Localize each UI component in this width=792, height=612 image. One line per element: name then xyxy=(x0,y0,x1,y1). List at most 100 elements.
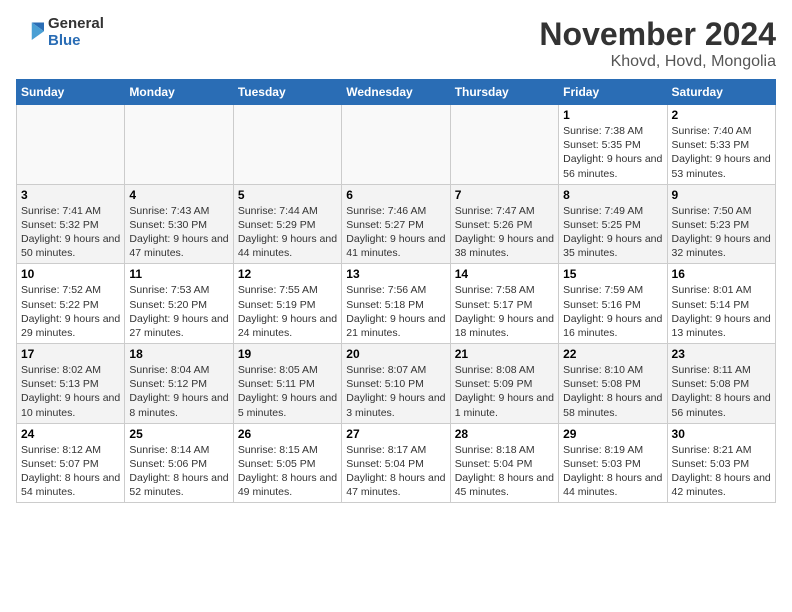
day-info: Sunrise: 7:41 AM Sunset: 5:32 PM Dayligh… xyxy=(21,204,120,261)
day-info: Sunrise: 8:18 AM Sunset: 5:04 PM Dayligh… xyxy=(455,443,554,500)
calendar-cell: 26 Sunrise: 8:15 AM Sunset: 5:05 PM Dayli… xyxy=(233,423,341,503)
logo-icon xyxy=(16,19,44,47)
calendar-cell: 9 Sunrise: 7:50 AM Sunset: 5:23 PM Daylig… xyxy=(667,184,775,264)
calendar-cell: 27 Sunrise: 8:17 AM Sunset: 5:04 PM Dayli… xyxy=(342,423,450,503)
calendar-cell: 12 Sunrise: 7:55 AM Sunset: 5:19 PM Dayli… xyxy=(233,264,341,344)
day-number: 5 xyxy=(238,188,337,202)
day-number: 19 xyxy=(238,347,337,361)
day-number: 14 xyxy=(455,267,554,281)
weekday-header-sunday: Sunday xyxy=(17,80,125,105)
day-number: 27 xyxy=(346,427,445,441)
day-info: Sunrise: 7:44 AM Sunset: 5:29 PM Dayligh… xyxy=(238,204,337,261)
logo-text: General Blue xyxy=(48,16,104,49)
day-info: Sunrise: 8:21 AM Sunset: 5:03 PM Dayligh… xyxy=(672,443,771,500)
week-row-5: 24 Sunrise: 8:12 AM Sunset: 5:07 PM Dayli… xyxy=(17,423,776,503)
day-info: Sunrise: 8:04 AM Sunset: 5:12 PM Dayligh… xyxy=(129,363,228,420)
calendar-cell: 29Sunrise: 8:19 AM Sunset: 5:03 PM Dayli… xyxy=(559,423,667,503)
calendar-title: November 2024 xyxy=(539,16,776,53)
calendar-cell: 8 Sunrise: 7:49 AM Sunset: 5:25 PM Daylig… xyxy=(559,184,667,264)
page-header: General Blue November 2024 Khovd, Hovd, … xyxy=(16,16,776,71)
day-info: Sunrise: 8:02 AM Sunset: 5:13 PM Dayligh… xyxy=(21,363,120,420)
day-info: Sunrise: 8:19 AM Sunset: 5:03 PM Dayligh… xyxy=(563,443,662,500)
calendar-cell xyxy=(450,105,558,185)
calendar-cell: 6Sunrise: 7:46 AM Sunset: 5:27 PM Daylig… xyxy=(342,184,450,264)
day-number: 17 xyxy=(21,347,120,361)
day-number: 2 xyxy=(672,108,771,122)
calendar-cell: 15Sunrise: 7:59 AM Sunset: 5:16 PM Dayli… xyxy=(559,264,667,344)
calendar-cell xyxy=(342,105,450,185)
day-info: Sunrise: 7:49 AM Sunset: 5:25 PM Dayligh… xyxy=(563,204,662,261)
calendar-cell: 13 Sunrise: 7:56 AM Sunset: 5:18 PM Dayli… xyxy=(342,264,450,344)
calendar-cell: 22 Sunrise: 8:10 AM Sunset: 5:08 PM Dayli… xyxy=(559,344,667,424)
day-info: Sunrise: 8:10 AM Sunset: 5:08 PM Dayligh… xyxy=(563,363,662,420)
day-number: 21 xyxy=(455,347,554,361)
calendar-cell: 5 Sunrise: 7:44 AM Sunset: 5:29 PM Daylig… xyxy=(233,184,341,264)
day-number: 15 xyxy=(563,267,662,281)
day-number: 7 xyxy=(455,188,554,202)
day-info: Sunrise: 7:52 AM Sunset: 5:22 PM Dayligh… xyxy=(21,283,120,340)
day-info: Sunrise: 8:05 AM Sunset: 5:11 PM Dayligh… xyxy=(238,363,337,420)
day-info: Sunrise: 7:50 AM Sunset: 5:23 PM Dayligh… xyxy=(672,204,771,261)
day-info: Sunrise: 8:15 AM Sunset: 5:05 PM Dayligh… xyxy=(238,443,337,500)
week-row-1: 1 Sunrise: 7:38 AM Sunset: 5:35 PM Daylig… xyxy=(17,105,776,185)
weekday-header-tuesday: Tuesday xyxy=(233,80,341,105)
day-number: 22 xyxy=(563,347,662,361)
logo-line2: Blue xyxy=(48,33,104,50)
day-number: 24 xyxy=(21,427,120,441)
day-info: Sunrise: 7:56 AM Sunset: 5:18 PM Dayligh… xyxy=(346,283,445,340)
weekday-header-saturday: Saturday xyxy=(667,80,775,105)
day-number: 30 xyxy=(672,427,771,441)
day-info: Sunrise: 8:01 AM Sunset: 5:14 PM Dayligh… xyxy=(672,283,771,340)
day-info: Sunrise: 7:58 AM Sunset: 5:17 PM Dayligh… xyxy=(455,283,554,340)
day-number: 26 xyxy=(238,427,337,441)
day-info: Sunrise: 7:38 AM Sunset: 5:35 PM Dayligh… xyxy=(563,124,662,181)
day-number: 9 xyxy=(672,188,771,202)
calendar-cell: 11 Sunrise: 7:53 AM Sunset: 5:20 PM Dayli… xyxy=(125,264,233,344)
calendar-cell: 4Sunrise: 7:43 AM Sunset: 5:30 PM Daylig… xyxy=(125,184,233,264)
calendar-cell: 16Sunrise: 8:01 AM Sunset: 5:14 PM Dayli… xyxy=(667,264,775,344)
calendar-cell: 28 Sunrise: 8:18 AM Sunset: 5:04 PM Dayli… xyxy=(450,423,558,503)
calendar-header: SundayMondayTuesdayWednesdayThursdayFrid… xyxy=(17,80,776,105)
calendar-cell xyxy=(233,105,341,185)
day-info: Sunrise: 8:11 AM Sunset: 5:08 PM Dayligh… xyxy=(672,363,771,420)
week-row-2: 3Sunrise: 7:41 AM Sunset: 5:32 PM Daylig… xyxy=(17,184,776,264)
logo-line1: General xyxy=(48,16,104,33)
day-info: Sunrise: 8:12 AM Sunset: 5:07 PM Dayligh… xyxy=(21,443,120,500)
calendar-cell: 20 Sunrise: 8:07 AM Sunset: 5:10 PM Dayli… xyxy=(342,344,450,424)
calendar-cell: 23 Sunrise: 8:11 AM Sunset: 5:08 PM Dayli… xyxy=(667,344,775,424)
day-info: Sunrise: 8:17 AM Sunset: 5:04 PM Dayligh… xyxy=(346,443,445,500)
weekday-row: SundayMondayTuesdayWednesdayThursdayFrid… xyxy=(17,80,776,105)
calendar-subtitle: Khovd, Hovd, Mongolia xyxy=(539,53,776,71)
weekday-header-friday: Friday xyxy=(559,80,667,105)
calendar-cell: 24 Sunrise: 8:12 AM Sunset: 5:07 PM Dayli… xyxy=(17,423,125,503)
day-number: 12 xyxy=(238,267,337,281)
title-block: November 2024 Khovd, Hovd, Mongolia xyxy=(539,16,776,71)
day-number: 13 xyxy=(346,267,445,281)
calendar-cell: 30 Sunrise: 8:21 AM Sunset: 5:03 PM Dayli… xyxy=(667,423,775,503)
day-number: 23 xyxy=(672,347,771,361)
calendar-cell: 14 Sunrise: 7:58 AM Sunset: 5:17 PM Dayli… xyxy=(450,264,558,344)
calendar-body: 1 Sunrise: 7:38 AM Sunset: 5:35 PM Daylig… xyxy=(17,105,776,503)
calendar-cell: 19 Sunrise: 8:05 AM Sunset: 5:11 PM Dayli… xyxy=(233,344,341,424)
day-info: Sunrise: 7:47 AM Sunset: 5:26 PM Dayligh… xyxy=(455,204,554,261)
day-number: 28 xyxy=(455,427,554,441)
day-number: 18 xyxy=(129,347,228,361)
day-number: 1 xyxy=(563,108,662,122)
day-info: Sunrise: 7:55 AM Sunset: 5:19 PM Dayligh… xyxy=(238,283,337,340)
day-info: Sunrise: 8:07 AM Sunset: 5:10 PM Dayligh… xyxy=(346,363,445,420)
day-number: 25 xyxy=(129,427,228,441)
calendar-cell: 10 Sunrise: 7:52 AM Sunset: 5:22 PM Dayli… xyxy=(17,264,125,344)
day-number: 10 xyxy=(21,267,120,281)
calendar-cell: 18 Sunrise: 8:04 AM Sunset: 5:12 PM Dayli… xyxy=(125,344,233,424)
day-info: Sunrise: 8:14 AM Sunset: 5:06 PM Dayligh… xyxy=(129,443,228,500)
weekday-header-wednesday: Wednesday xyxy=(342,80,450,105)
day-number: 8 xyxy=(563,188,662,202)
day-number: 6 xyxy=(346,188,445,202)
day-number: 11 xyxy=(129,267,228,281)
day-number: 20 xyxy=(346,347,445,361)
weekday-header-monday: Monday xyxy=(125,80,233,105)
day-info: Sunrise: 7:53 AM Sunset: 5:20 PM Dayligh… xyxy=(129,283,228,340)
calendar-table: SundayMondayTuesdayWednesdayThursdayFrid… xyxy=(16,79,776,503)
week-row-3: 10 Sunrise: 7:52 AM Sunset: 5:22 PM Dayli… xyxy=(17,264,776,344)
calendar-cell: 1 Sunrise: 7:38 AM Sunset: 5:35 PM Daylig… xyxy=(559,105,667,185)
